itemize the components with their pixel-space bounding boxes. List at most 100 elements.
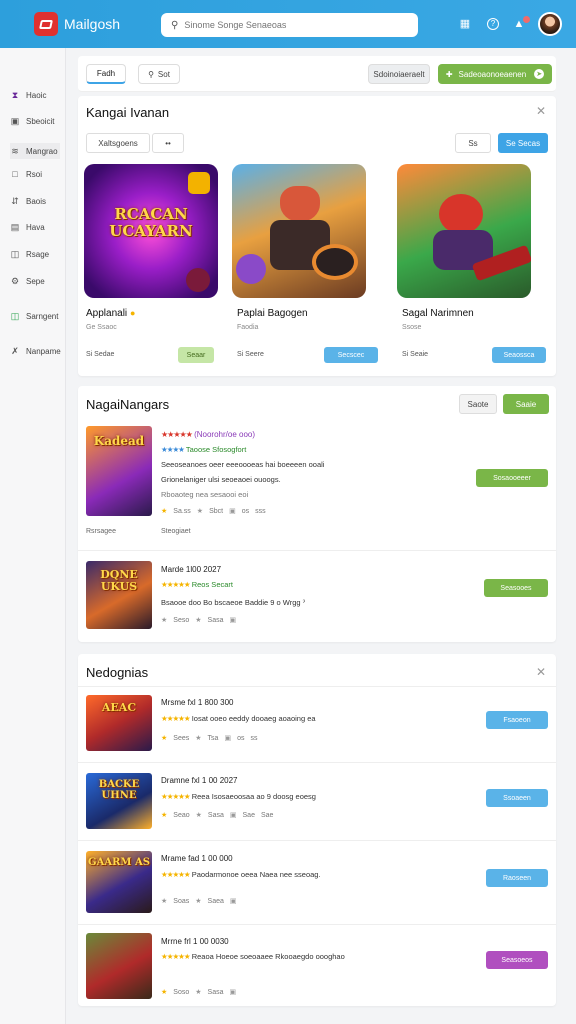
row-action-button[interactable]: Ssoaeen [486, 789, 548, 807]
sidebar-item-list[interactable]: ▤ Hava [10, 222, 45, 232]
row-divider [78, 762, 556, 763]
tab-active[interactable]: Fadh [86, 64, 126, 84]
row-title-text: Marde 1l00 2027 [161, 565, 222, 574]
sidebar-item-share[interactable]: ⇵ Baois [10, 196, 46, 206]
row-desc-1: Bsaooe doo Bo bscaeoe Baddie 9 o Wrgg ˀ [161, 598, 306, 607]
sidebar-item-label: Rsage [26, 249, 50, 259]
sidebar-item-home[interactable]: ⧗ Haoic [10, 90, 47, 100]
tag-icon: ≋ [11, 145, 19, 156]
row-action-button[interactable]: Raoseen [486, 869, 548, 887]
tile-2-name: Paplai Bagogen [237, 308, 308, 319]
star-outline-icon: ★ [196, 508, 204, 515]
row-title: ★★★★★ (Noorohr/oe ooo) [161, 430, 255, 439]
sort-dropdown[interactable]: •• [152, 133, 184, 153]
row-meta: ★ Seso ★ Sasa ▣ [161, 616, 236, 625]
meta-value: os [241, 507, 250, 515]
section-divider [78, 686, 556, 687]
tile-2-meta: Si Seere [237, 351, 264, 358]
tile-1-name: Applanali ● [86, 308, 135, 319]
sidebar-item-label: Mangrao [26, 146, 58, 156]
filter-dropdown[interactable]: Xaltsgoens [86, 133, 150, 153]
logo-mark-icon [39, 19, 53, 29]
game-tile-3[interactable] [397, 164, 531, 298]
tile-2-button[interactable]: Secscec [324, 347, 378, 363]
thumbnail-text: AEAC [101, 701, 137, 714]
search-icon: ⚲ [171, 19, 179, 31]
meta-value: Tsa [207, 734, 219, 742]
tile-3-meta: Si Seaie [402, 351, 429, 358]
meta-value: Sae [260, 811, 274, 819]
row-thumbnail[interactable]: GAARM AS [86, 851, 152, 913]
sidebar-item-label: Haoic [26, 90, 47, 100]
filter-label: Sot [157, 69, 170, 79]
tile-1-name-text: Applanali [86, 308, 128, 319]
star-outline-icon: ★ [161, 617, 168, 624]
star-outline-icon: ★ [195, 898, 202, 905]
top-bar: Mailgosh ⚲ ▦ ? ▲ [0, 0, 576, 48]
row-rating: ★★★★★ Iosat ooeo eeddy dooaeg aoaoing ea [161, 714, 316, 723]
search-bar[interactable]: ⚲ [161, 13, 418, 37]
row-action-button[interactable]: Fsaoeon [486, 711, 548, 729]
rating-stars-icon: ★★★★★ [161, 952, 191, 961]
character-head-icon [280, 186, 320, 222]
meta-value: os [237, 734, 245, 742]
thumbnail-text: GAARM AS [88, 857, 150, 868]
primary-action-button[interactable]: ✚ Sadeoaonoeaenen ➤ [438, 64, 552, 84]
lock-icon: □ [12, 169, 18, 179]
meta-value: sss [255, 507, 266, 515]
character-head-icon [439, 194, 483, 234]
sidebar-item-box[interactable]: ▣ Sbeoicit [10, 116, 55, 126]
meta-value: Seso [173, 616, 190, 624]
row-meta: ★ Sa.ss ★ Sbct ▣ os sss [161, 507, 266, 516]
row-desc-1: Seeoseanoes oeer eeeoooeas hai boeeeen o… [161, 460, 325, 469]
sidebar-item-doc[interactable]: ◫ Rsage [10, 249, 49, 259]
close-icon[interactable]: ✕ [536, 104, 546, 118]
sort-button[interactable]: Sdoinoiaeraelt [368, 64, 430, 84]
new-section-secondary-button[interactable]: Saote [459, 394, 497, 414]
help-icon[interactable]: ? [487, 18, 499, 30]
rating-stars-icon: ★★★★ [161, 445, 185, 454]
tile-badge-icon [188, 172, 210, 194]
grid-icon[interactable]: ▦ [459, 18, 471, 30]
tile-1-button[interactable]: Seaar [178, 347, 214, 363]
sidebar-item-shield[interactable]: ◫ Sarngent [10, 311, 59, 321]
doc-icon: ◫ [10, 248, 20, 259]
arrow-icon: ➤ [534, 69, 545, 79]
row-meta: ★ Soso ★ Sasa ▣ [161, 988, 236, 997]
row-rating: ★★★★ Taoose Sfosogfort [161, 445, 246, 454]
row-thumbnail[interactable] [86, 933, 152, 999]
row-thumbnail[interactable]: Kadead [86, 426, 152, 516]
app-logo[interactable] [34, 12, 58, 36]
row-thumbnail[interactable]: BACKE UHNE [86, 773, 152, 829]
sidebar-item-label: Baois [26, 196, 47, 206]
sidebar-item-gear[interactable]: ⚙ Sepe [10, 276, 45, 286]
star-outline-icon: ★ [161, 898, 168, 905]
row-action-button[interactable]: Sosaooeeer [476, 469, 548, 487]
row-thumbnail[interactable]: DQNE UKUS [86, 561, 152, 629]
avatar[interactable] [538, 12, 562, 36]
row-action-button[interactable]: Seasoeos [486, 951, 548, 969]
filter-button[interactable]: ⚲ Sot [138, 64, 180, 84]
new-section-primary-button[interactable]: Saaie [503, 394, 549, 414]
search-input[interactable] [184, 20, 395, 30]
meta-value: Sae [242, 811, 255, 819]
tile-3-button[interactable]: Seaossca [492, 347, 546, 363]
row-title-text: (Noorohr/oe ooo) [194, 430, 256, 439]
sidebar-item-lock[interactable]: □ Rsoi [10, 169, 42, 179]
minion-icon [236, 254, 266, 284]
row-thumbnail[interactable]: AEAC [86, 695, 152, 751]
primary-button[interactable]: Se Secas [498, 133, 548, 153]
row-action-button[interactable]: Seasooes [484, 579, 548, 597]
secondary-button[interactable]: Ss [455, 133, 491, 153]
sidebar-item-tag[interactable]: ≋ Mangrao [10, 143, 60, 159]
rating-stars-icon: ★★★★★ [161, 430, 193, 439]
sidebar-item-label: Rsoi [26, 169, 43, 179]
row-divider [78, 840, 556, 841]
sidebar-item-tools[interactable]: ✗ Nanpame [10, 346, 60, 356]
tile-1-meta: Si Sedae [86, 351, 115, 358]
close-icon[interactable]: ✕ [536, 665, 546, 679]
game-tile-2[interactable] [232, 164, 366, 298]
tile-2-sub: Faodia [237, 324, 259, 331]
sidebar-item-label: Sbeoicit [26, 116, 55, 126]
game-tile-1[interactable]: RCACAN UCAYARN [84, 164, 218, 298]
